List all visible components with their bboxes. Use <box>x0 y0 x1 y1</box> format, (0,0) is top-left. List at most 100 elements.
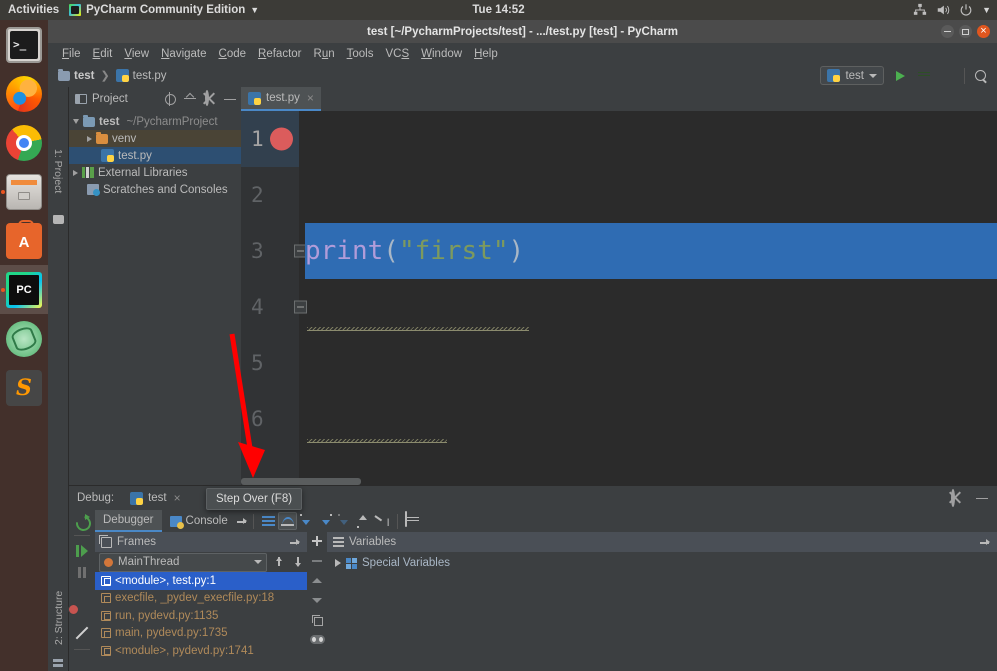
add-icon[interactable] <box>310 534 324 548</box>
code-content[interactable]: print("first") def hello(): return "hell… <box>299 111 997 485</box>
app-menu-button[interactable]: PyCharm Community Edition ▼ <box>69 4 259 16</box>
frame-row[interactable]: main, pydevd.py:1735 <box>95 625 307 643</box>
hide-icon[interactable] <box>975 491 989 505</box>
dock-item-atom[interactable] <box>0 314 48 363</box>
debug-session-tab[interactable]: test × <box>124 489 187 507</box>
gutter-line-4[interactable]: 4 <box>241 279 307 335</box>
frame-row[interactable]: <module>, test.py:1 <box>95 572 307 590</box>
step-out-up-icon[interactable] <box>354 512 373 530</box>
pin-tab-icon[interactable] <box>289 536 301 548</box>
dock-item-pycharm[interactable] <box>0 265 48 314</box>
evaluate-expression-icon[interactable] <box>403 511 422 530</box>
hide-icon[interactable] <box>223 92 237 106</box>
menu-refactor[interactable]: Refactor <box>252 46 307 62</box>
move-up-icon[interactable] <box>310 574 324 588</box>
gutter-line-1[interactable]: 1 <box>241 111 299 167</box>
project-title[interactable]: Project <box>75 93 157 105</box>
gutter-line-5[interactable]: 5 <box>241 335 299 391</box>
thread-selector[interactable]: MainThread <box>99 552 267 572</box>
variable-row-special[interactable]: Special Variables <box>327 554 997 572</box>
menu-view[interactable]: View <box>118 46 155 62</box>
system-tray[interactable]: ▼ <box>913 3 991 17</box>
tool-window-structure[interactable]: 2: Structure <box>53 591 65 645</box>
rerun-icon[interactable] <box>74 514 90 528</box>
pin-tab-icon[interactable] <box>236 515 248 527</box>
watches-icon[interactable] <box>309 635 325 644</box>
stop-icon[interactable] <box>74 585 90 599</box>
minimize-button[interactable] <box>941 25 954 38</box>
activities-button[interactable]: Activities <box>0 4 69 16</box>
tree-node-venv[interactable]: venv <box>69 130 241 147</box>
menu-window[interactable]: Window <box>415 46 468 62</box>
dock-item-chrome[interactable] <box>0 118 48 167</box>
menu-code[interactable]: Code <box>213 46 253 62</box>
show-execution-point-icon[interactable] <box>259 512 278 530</box>
settings-gear-icon[interactable] <box>949 489 963 507</box>
target-icon[interactable] <box>163 92 177 106</box>
remove-icon[interactable] <box>310 554 324 568</box>
close-button[interactable] <box>977 25 990 38</box>
stop-icon[interactable] <box>940 68 956 84</box>
menu-vcs[interactable]: VCS <box>379 46 415 62</box>
editor-tab-testpy[interactable]: test.py × <box>241 87 321 111</box>
menu-navigate[interactable]: Navigate <box>155 46 212 62</box>
close-icon[interactable]: × <box>307 91 314 105</box>
menu-help[interactable]: Help <box>468 46 504 62</box>
tab-console[interactable]: Console <box>162 510 236 532</box>
maximize-button[interactable] <box>959 25 972 38</box>
tool-window-project[interactable]: 1: Project <box>52 149 64 193</box>
copy-icon[interactable] <box>311 615 323 626</box>
volume-icon[interactable] <box>936 3 950 17</box>
menu-tools[interactable]: Tools <box>341 46 380 62</box>
chevron-down-icon[interactable]: ▼ <box>982 5 991 15</box>
resume-program-icon[interactable] <box>74 543 90 558</box>
force-step-into-icon[interactable] <box>316 512 335 530</box>
menu-file[interactable]: File <box>56 46 87 62</box>
step-out-icon[interactable] <box>335 512 354 530</box>
menu-run[interactable]: Run <box>308 46 341 62</box>
pause-program-icon[interactable] <box>74 564 90 579</box>
network-icon[interactable] <box>913 3 927 17</box>
power-icon[interactable] <box>959 3 973 17</box>
close-icon[interactable]: × <box>174 491 181 505</box>
dock-item-sublime[interactable] <box>0 363 48 412</box>
editor-gutter[interactable]: 1 2 3 4 5 6 <box>241 111 307 485</box>
step-over-icon[interactable] <box>277 512 297 530</box>
variables-list[interactable]: Special Variables <box>327 552 997 671</box>
tree-node-scratches[interactable]: Scratches and Consoles <box>69 181 241 198</box>
dock-item-files[interactable] <box>0 167 48 216</box>
tree-node-test[interactable]: test ~/PycharmProject <box>69 113 241 130</box>
dock-item-software[interactable] <box>0 216 48 265</box>
collapse-all-icon[interactable] <box>183 92 197 106</box>
gutter-line-6[interactable]: 6 <box>241 391 299 447</box>
frames-list[interactable]: <module>, test.py:1 execfile, _pydev_exe… <box>95 572 307 671</box>
frame-row[interactable]: execfile, _pydev_execfile.py:18 <box>95 590 307 608</box>
mute-breakpoints-icon[interactable] <box>74 628 90 642</box>
chevron-right-icon[interactable] <box>87 135 92 142</box>
restore-layout-icon[interactable] <box>74 657 90 671</box>
chevron-right-icon[interactable] <box>335 559 341 567</box>
move-up-icon[interactable] <box>272 554 286 570</box>
breakpoint-icon[interactable] <box>270 127 293 151</box>
run-icon[interactable] <box>892 68 908 84</box>
debug-icon[interactable] <box>916 68 932 84</box>
frame-row[interactable]: <module>, pydevd.py:1741 <box>95 642 307 660</box>
frame-row[interactable]: run, pydevd.py:1135 <box>95 607 307 625</box>
chevron-right-icon[interactable] <box>73 169 78 176</box>
step-into-icon[interactable] <box>297 512 316 530</box>
breadcrumb-test[interactable]: test <box>58 68 94 82</box>
search-icon[interactable] <box>973 68 989 84</box>
code-editor[interactable]: 1 2 3 4 5 6 print("first") <box>241 111 997 485</box>
view-breakpoints-icon[interactable] <box>74 607 90 621</box>
tree-node-testpy[interactable]: test.py <box>69 147 241 164</box>
run-to-cursor-icon[interactable] <box>373 512 392 530</box>
breadcrumb-testpy[interactable]: test.py <box>115 69 167 82</box>
move-down-icon[interactable] <box>310 594 324 608</box>
dock-item-firefox[interactable] <box>0 69 48 118</box>
move-down-icon[interactable] <box>291 554 305 570</box>
gutter-line-3[interactable]: 3 <box>241 223 307 279</box>
tab-debugger[interactable]: Debugger <box>95 510 162 532</box>
tree-node-external-libraries[interactable]: External Libraries <box>69 164 241 181</box>
gutter-line-2[interactable]: 2 <box>241 167 299 223</box>
chevron-down-icon[interactable] <box>73 119 79 124</box>
